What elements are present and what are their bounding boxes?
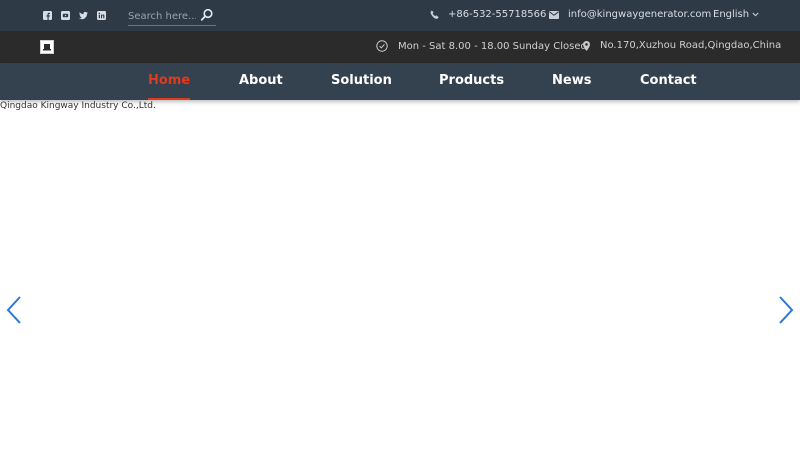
search-icon[interactable]	[200, 8, 214, 22]
nav-item-solution[interactable]: Solution	[331, 73, 392, 100]
email-address[interactable]: info@kingwaygenerator.com	[568, 9, 711, 20]
language-label: English	[713, 9, 750, 20]
language-selector[interactable]: English	[713, 9, 759, 20]
hours-text: Mon - Sat 8.00 - 18.00 Sunday Closed	[398, 40, 587, 52]
address: No.170,Xuzhou Road,Qingdao,China	[583, 40, 781, 51]
youtube-icon[interactable]	[61, 11, 70, 20]
chevron-down-icon	[752, 12, 759, 17]
top-bar: +86-532-55718566 info@kingwaygenerator.c…	[0, 0, 800, 31]
phone-icon	[430, 10, 439, 19]
envelope-icon	[549, 10, 559, 19]
map-pin-icon	[583, 40, 590, 51]
nav-item-news[interactable]: News	[552, 73, 591, 100]
logo-icon	[43, 44, 51, 51]
nav-item-about[interactable]: About	[239, 73, 283, 100]
phone-contact: +86-532-55718566	[430, 9, 546, 20]
company-name: Qingdao Kingway Industry Co.,Ltd.	[0, 101, 156, 111]
email-contact: info@kingwaygenerator.com	[549, 9, 711, 20]
logo[interactable]	[40, 40, 54, 54]
nav-item-home[interactable]: Home	[148, 73, 191, 100]
search-input[interactable]	[128, 8, 196, 24]
nav-item-contact[interactable]: Contact	[640, 73, 697, 100]
search-box	[128, 6, 216, 26]
check-circle-icon	[376, 40, 388, 52]
nav-item-products[interactable]: Products	[439, 73, 504, 100]
facebook-icon[interactable]	[43, 11, 52, 20]
twitter-icon[interactable]	[79, 11, 88, 20]
address-text: No.170,Xuzhou Road,Qingdao,China	[600, 40, 782, 51]
opening-hours: Mon - Sat 8.00 - 18.00 Sunday Closed	[376, 40, 587, 52]
linkedin-icon[interactable]	[97, 11, 106, 20]
info-bar: Mon - Sat 8.00 - 18.00 Sunday Closed No.…	[0, 31, 800, 63]
slider-next-arrow-icon[interactable]	[777, 295, 795, 325]
slider-prev-arrow-icon[interactable]	[5, 295, 23, 325]
main-nav: Home About Solution Products News Contac…	[0, 63, 800, 100]
social-links	[43, 11, 106, 20]
phone-number[interactable]: +86-532-55718566	[448, 9, 546, 20]
